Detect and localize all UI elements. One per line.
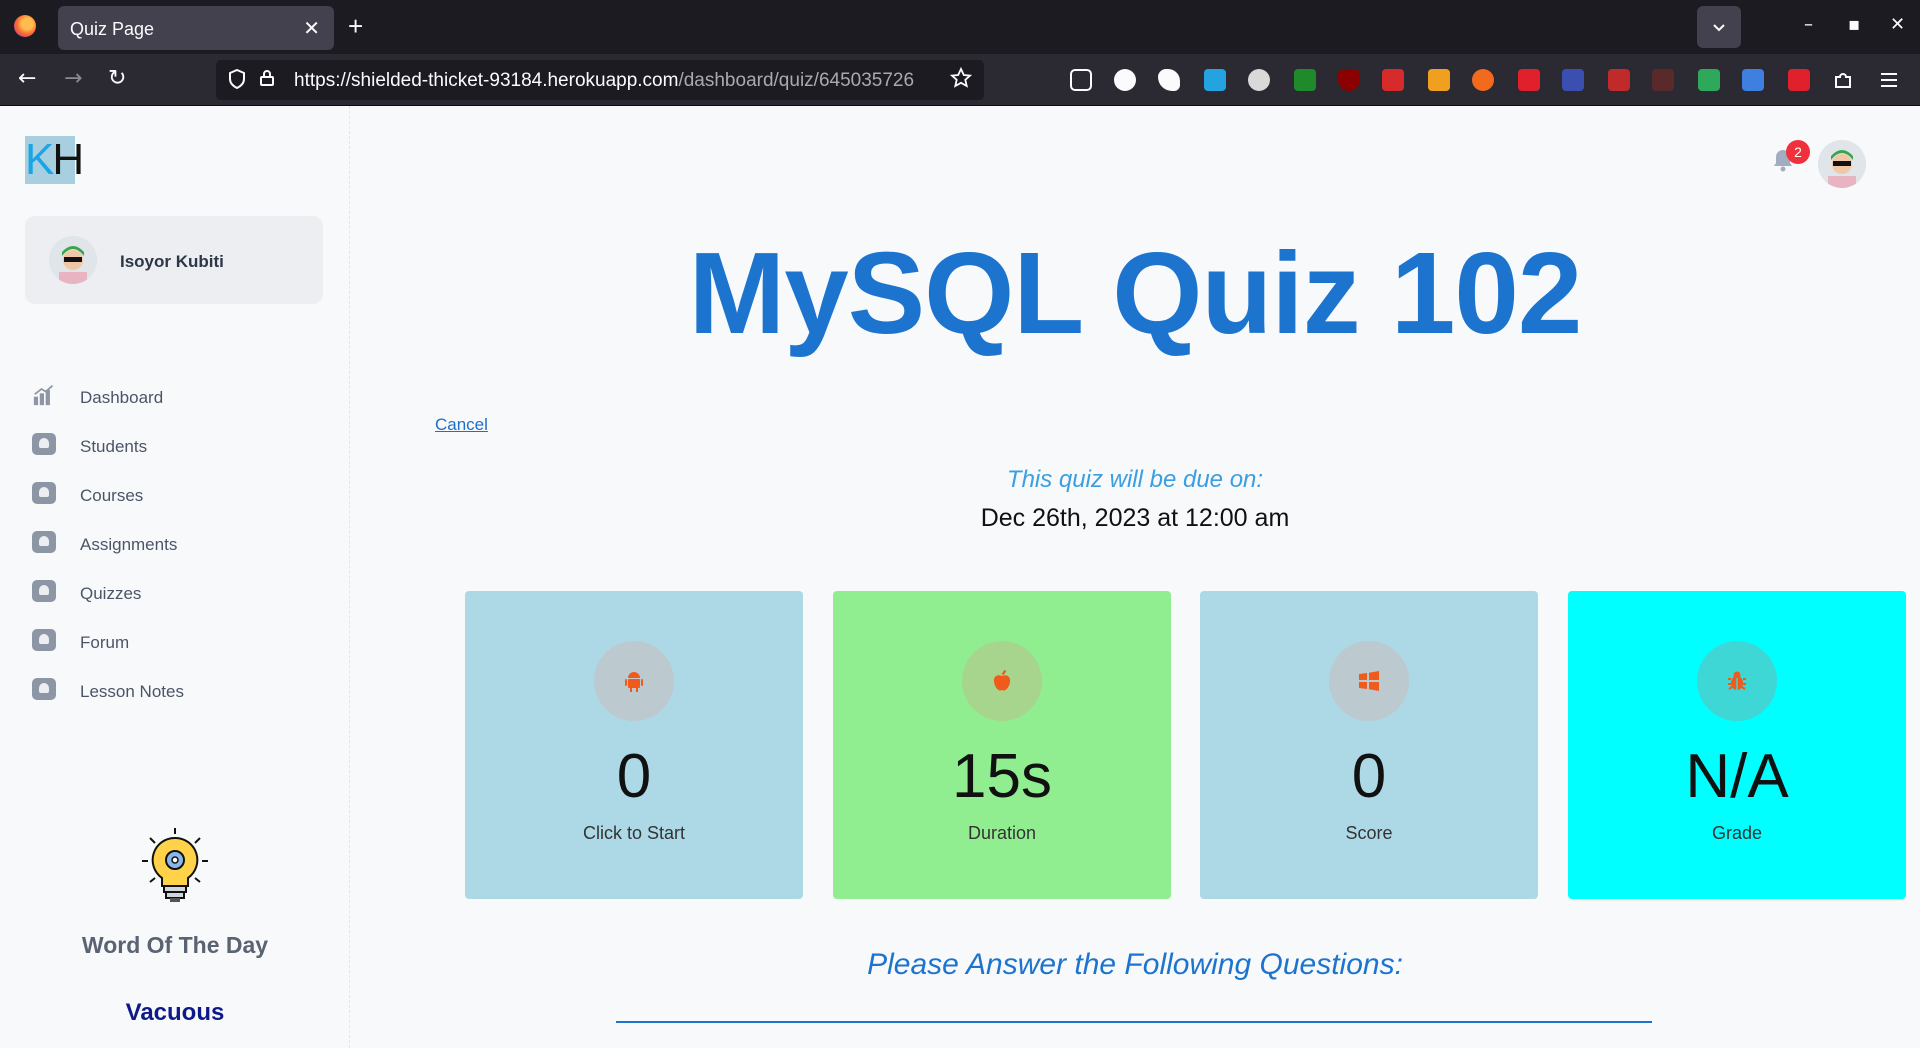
maximize-button[interactable]: ▪ xyxy=(1848,14,1860,35)
firefox-logo-icon xyxy=(14,15,36,37)
notification-badge: 2 xyxy=(1786,140,1810,164)
url-text[interactable]: https://shielded-thicket-93184.herokuapp… xyxy=(294,70,934,92)
word-of-the-day-title: Word Of The Day xyxy=(81,932,269,958)
due-date: Dec 26th, 2023 at 12:00 am xyxy=(980,504,1290,532)
card-icon-circle xyxy=(594,641,674,721)
score-value: 0 xyxy=(1351,742,1387,811)
duration-label: Duration xyxy=(967,823,1037,843)
chart-icon xyxy=(33,385,54,406)
user-avatar[interactable] xyxy=(1818,140,1866,188)
user-icon xyxy=(32,629,56,651)
book-icon xyxy=(32,678,56,700)
score-label: Score xyxy=(1345,823,1393,843)
grade-card: N/A Grade xyxy=(1568,591,1906,899)
sidebar-item-quizzes[interactable]: Quizzes xyxy=(30,572,320,612)
browser-nav-bar: ← → ↻ https://shielded-thicket-93184.her… xyxy=(0,54,1920,106)
counter-extension-icon[interactable] xyxy=(1204,69,1226,91)
hd-extension-icon[interactable] xyxy=(1608,69,1630,91)
lock-icon[interactable] xyxy=(260,70,274,86)
chevron-down-icon xyxy=(1713,24,1725,32)
site-logo[interactable]: KH xyxy=(25,136,84,184)
quiz-title: MySQL Quiz 102 xyxy=(688,228,1583,358)
grade-value: N/A xyxy=(1685,742,1789,811)
due-label: This quiz will be due on: xyxy=(1006,466,1264,493)
lock-extension-icon[interactable] xyxy=(1518,69,1540,91)
sidebar-item-lesson-notes[interactable]: Lesson Notes xyxy=(30,670,320,710)
divider xyxy=(616,1021,1652,1023)
apple-icon xyxy=(993,670,1011,691)
cancel-link[interactable]: Cancel xyxy=(435,415,488,435)
sidebar-item-label: Assignments xyxy=(80,535,178,554)
extensions-puzzle-icon[interactable] xyxy=(1832,69,1854,91)
pocket-icon[interactable] xyxy=(1070,69,1092,91)
info-extension-icon[interactable] xyxy=(1114,69,1136,91)
score-card: 0 Score xyxy=(1200,591,1538,899)
sidebar-item-label: Quizzes xyxy=(80,584,142,603)
sidebar-item-label: Lesson Notes xyxy=(80,682,184,701)
menu-hamburger-icon[interactable] xyxy=(1878,69,1900,91)
sidebar-item-students[interactable]: Students xyxy=(30,425,320,465)
book-icon xyxy=(32,482,56,504)
duckduckgo-icon[interactable] xyxy=(1472,69,1494,91)
browser-tab[interactable]: Quiz Page ✕ xyxy=(58,6,334,50)
tab-close-icon[interactable]: ✕ xyxy=(303,16,320,41)
back-button[interactable]: ← xyxy=(18,66,36,91)
word-of-the-day: Vacuous xyxy=(125,999,225,1026)
list-extension-icon[interactable] xyxy=(1562,69,1584,91)
sidebar-item-label: Students xyxy=(80,437,148,456)
save-extension-icon[interactable] xyxy=(1788,69,1810,91)
avatar xyxy=(49,236,97,284)
tab-title: Quiz Page xyxy=(70,19,155,39)
yd-extension-icon[interactable] xyxy=(1652,69,1674,91)
forward-button[interactable]: → xyxy=(64,66,82,91)
start-card[interactable]: 0 Click to Start xyxy=(465,591,803,899)
image-extension-icon[interactable] xyxy=(1698,69,1720,91)
sidebar-item-assignments[interactable]: Assignments xyxy=(30,523,320,563)
picker-extension-icon[interactable] xyxy=(1382,69,1404,91)
gnome-extension-icon[interactable] xyxy=(1158,69,1180,91)
lightbulb-icon xyxy=(142,828,208,902)
book-icon xyxy=(32,531,56,553)
windows-icon xyxy=(1359,671,1379,691)
android-icon xyxy=(625,672,643,692)
duration-card: 15s Duration xyxy=(833,591,1171,899)
close-window-button[interactable]: ✕ xyxy=(1890,14,1905,35)
grade-label: Grade xyxy=(1711,823,1763,843)
sidebar-item-dashboard[interactable]: Dashboard xyxy=(30,376,320,416)
book-icon xyxy=(32,580,56,602)
url-bar[interactable]: https://shielded-thicket-93184.herokuapp… xyxy=(216,60,984,100)
browser-tab-bar: Quiz Page ✕ + – ▪ ✕ xyxy=(0,0,1920,54)
download-arrow-extension-icon[interactable] xyxy=(1294,69,1316,91)
card-icon-circle xyxy=(1697,641,1777,721)
start-label[interactable]: Click to Start xyxy=(465,823,803,844)
answer-heading: Please Answer the Following Questions: xyxy=(867,948,1403,981)
web-page: KH Isoyor Kubiti Dashboard Students Cour… xyxy=(0,106,1920,1048)
sidebar-item-label: Dashboard xyxy=(80,388,164,407)
camera-extension-icon[interactable] xyxy=(1742,69,1764,91)
sidebar-item-label: Forum xyxy=(80,633,130,652)
mixer-extension-icon[interactable] xyxy=(1248,69,1270,91)
notes-extension-icon[interactable] xyxy=(1428,69,1450,91)
minimize-button[interactable]: – xyxy=(1804,14,1813,35)
duration-value: 15s xyxy=(952,742,1052,811)
sidebar-item-courses[interactable]: Courses xyxy=(30,474,320,514)
profile-card[interactable]: Isoyor Kubiti xyxy=(25,216,323,304)
reload-button[interactable]: ↻ xyxy=(108,66,126,91)
user-icon xyxy=(32,433,56,455)
sidebar: KH Isoyor Kubiti Dashboard Students Cour… xyxy=(0,106,350,1048)
sidebar-item-forum[interactable]: Forum xyxy=(30,621,320,661)
new-tab-button[interactable]: + xyxy=(348,11,363,42)
card-icon-circle xyxy=(962,641,1042,721)
profile-name: Isoyor Kubiti xyxy=(120,252,224,271)
start-value: 0 xyxy=(616,742,652,811)
ublock-icon[interactable] xyxy=(1338,69,1360,91)
bug-icon xyxy=(1728,671,1746,690)
sidebar-item-label: Courses xyxy=(80,486,144,505)
bookmark-star-icon[interactable] xyxy=(950,67,972,89)
shield-icon[interactable] xyxy=(228,69,246,89)
card-icon-circle xyxy=(1329,641,1409,721)
tab-list-button[interactable] xyxy=(1697,6,1741,48)
